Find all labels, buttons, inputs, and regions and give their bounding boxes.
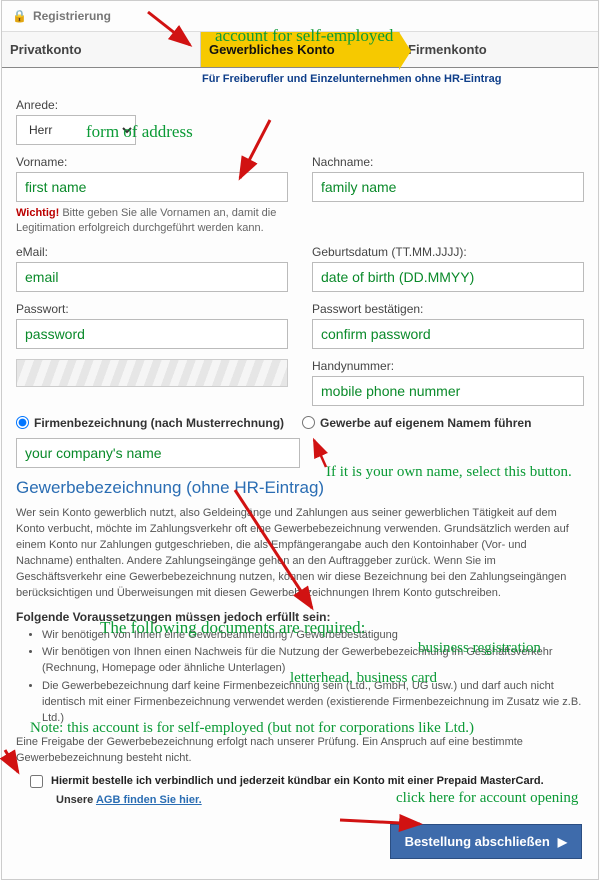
- anrede-label: Anrede:: [16, 98, 196, 112]
- tab-privatkonto[interactable]: Privatkonto: [2, 32, 201, 67]
- section-heading: Gewerbebezeichnung (ohne HR-Eintrag): [16, 478, 584, 498]
- page-title: Registrierung: [33, 9, 111, 23]
- nachname-label: Nachname:: [312, 155, 584, 169]
- account-type-tabs: Privatkonto Gewerbliches Konto Firmenkon…: [2, 32, 598, 68]
- requirement-item: Wir benötigen von Ihnen einen Nachweis f…: [42, 645, 584, 677]
- vorname-label: Vorname:: [16, 155, 288, 169]
- requirement-item: Wir benötigen von Ihnen eine Gewerbeanme…: [42, 628, 584, 644]
- requirements-subhead: Folgende Voraussetzungen müssen jedoch e…: [16, 610, 584, 624]
- nachname-input[interactable]: [312, 172, 584, 202]
- own-name-option[interactable]: Gewerbe auf eigenem Namem führen: [302, 416, 531, 430]
- email-label: eMail:: [16, 245, 288, 259]
- vorname-input[interactable]: [16, 172, 288, 202]
- submit-button[interactable]: Bestellung abschließen ▶: [390, 824, 582, 859]
- mobile-input[interactable]: [312, 376, 584, 406]
- tab-active-description: Für Freiberufler und Einzelunternehmen o…: [2, 72, 598, 86]
- company-name-option[interactable]: Firmenbezeichnung (nach Musterrechnung): [16, 416, 284, 430]
- dob-label: Geburtsdatum (TT.MM.JJJJ):: [312, 245, 584, 259]
- password-label: Passwort:: [16, 302, 288, 316]
- password-confirm-label: Passwort bestätigen:: [312, 302, 584, 316]
- captcha-placeholder: [16, 359, 288, 387]
- vorname-hint: Wichtig! Bitte geben Sie alle Vornamen a…: [16, 206, 288, 235]
- section-body: Wer sein Konto gewerblich nutzt, also Ge…: [16, 506, 584, 602]
- lock-icon: 🔒: [12, 9, 27, 23]
- company-name-input[interactable]: [16, 438, 300, 468]
- requirements-list: Wir benötigen von Ihnen eine Gewerbeanme…: [16, 628, 584, 728]
- mobile-label: Handynummer:: [312, 359, 584, 373]
- chevron-right-icon: ▶: [558, 835, 567, 849]
- email-input[interactable]: [16, 262, 288, 292]
- password-input[interactable]: [16, 319, 288, 349]
- anrede-select[interactable]: Herr: [16, 115, 136, 145]
- dob-input[interactable]: [312, 262, 584, 292]
- tab-gewerbliches-konto[interactable]: Gewerbliches Konto: [201, 32, 400, 67]
- own-name-radio[interactable]: [302, 416, 315, 429]
- tab-firmenkonto[interactable]: Firmenkonto: [400, 32, 598, 67]
- freigabe-text: Eine Freigabe der Gewerbebezeichnung erf…: [16, 735, 584, 767]
- agb-line: Unsere AGB finden Sie hier.: [16, 794, 584, 806]
- consent-checkbox[interactable]: [30, 775, 43, 788]
- company-name-radio[interactable]: [16, 416, 29, 429]
- requirement-item: Die Gewerbebezeichnung darf keine Firmen…: [42, 679, 584, 727]
- submit-label: Bestellung abschließen: [405, 834, 550, 849]
- consent-label: Hiermit bestelle ich verbindlich und jed…: [51, 775, 544, 787]
- agb-link[interactable]: AGB finden Sie hier.: [96, 794, 202, 806]
- password-confirm-input[interactable]: [312, 319, 584, 349]
